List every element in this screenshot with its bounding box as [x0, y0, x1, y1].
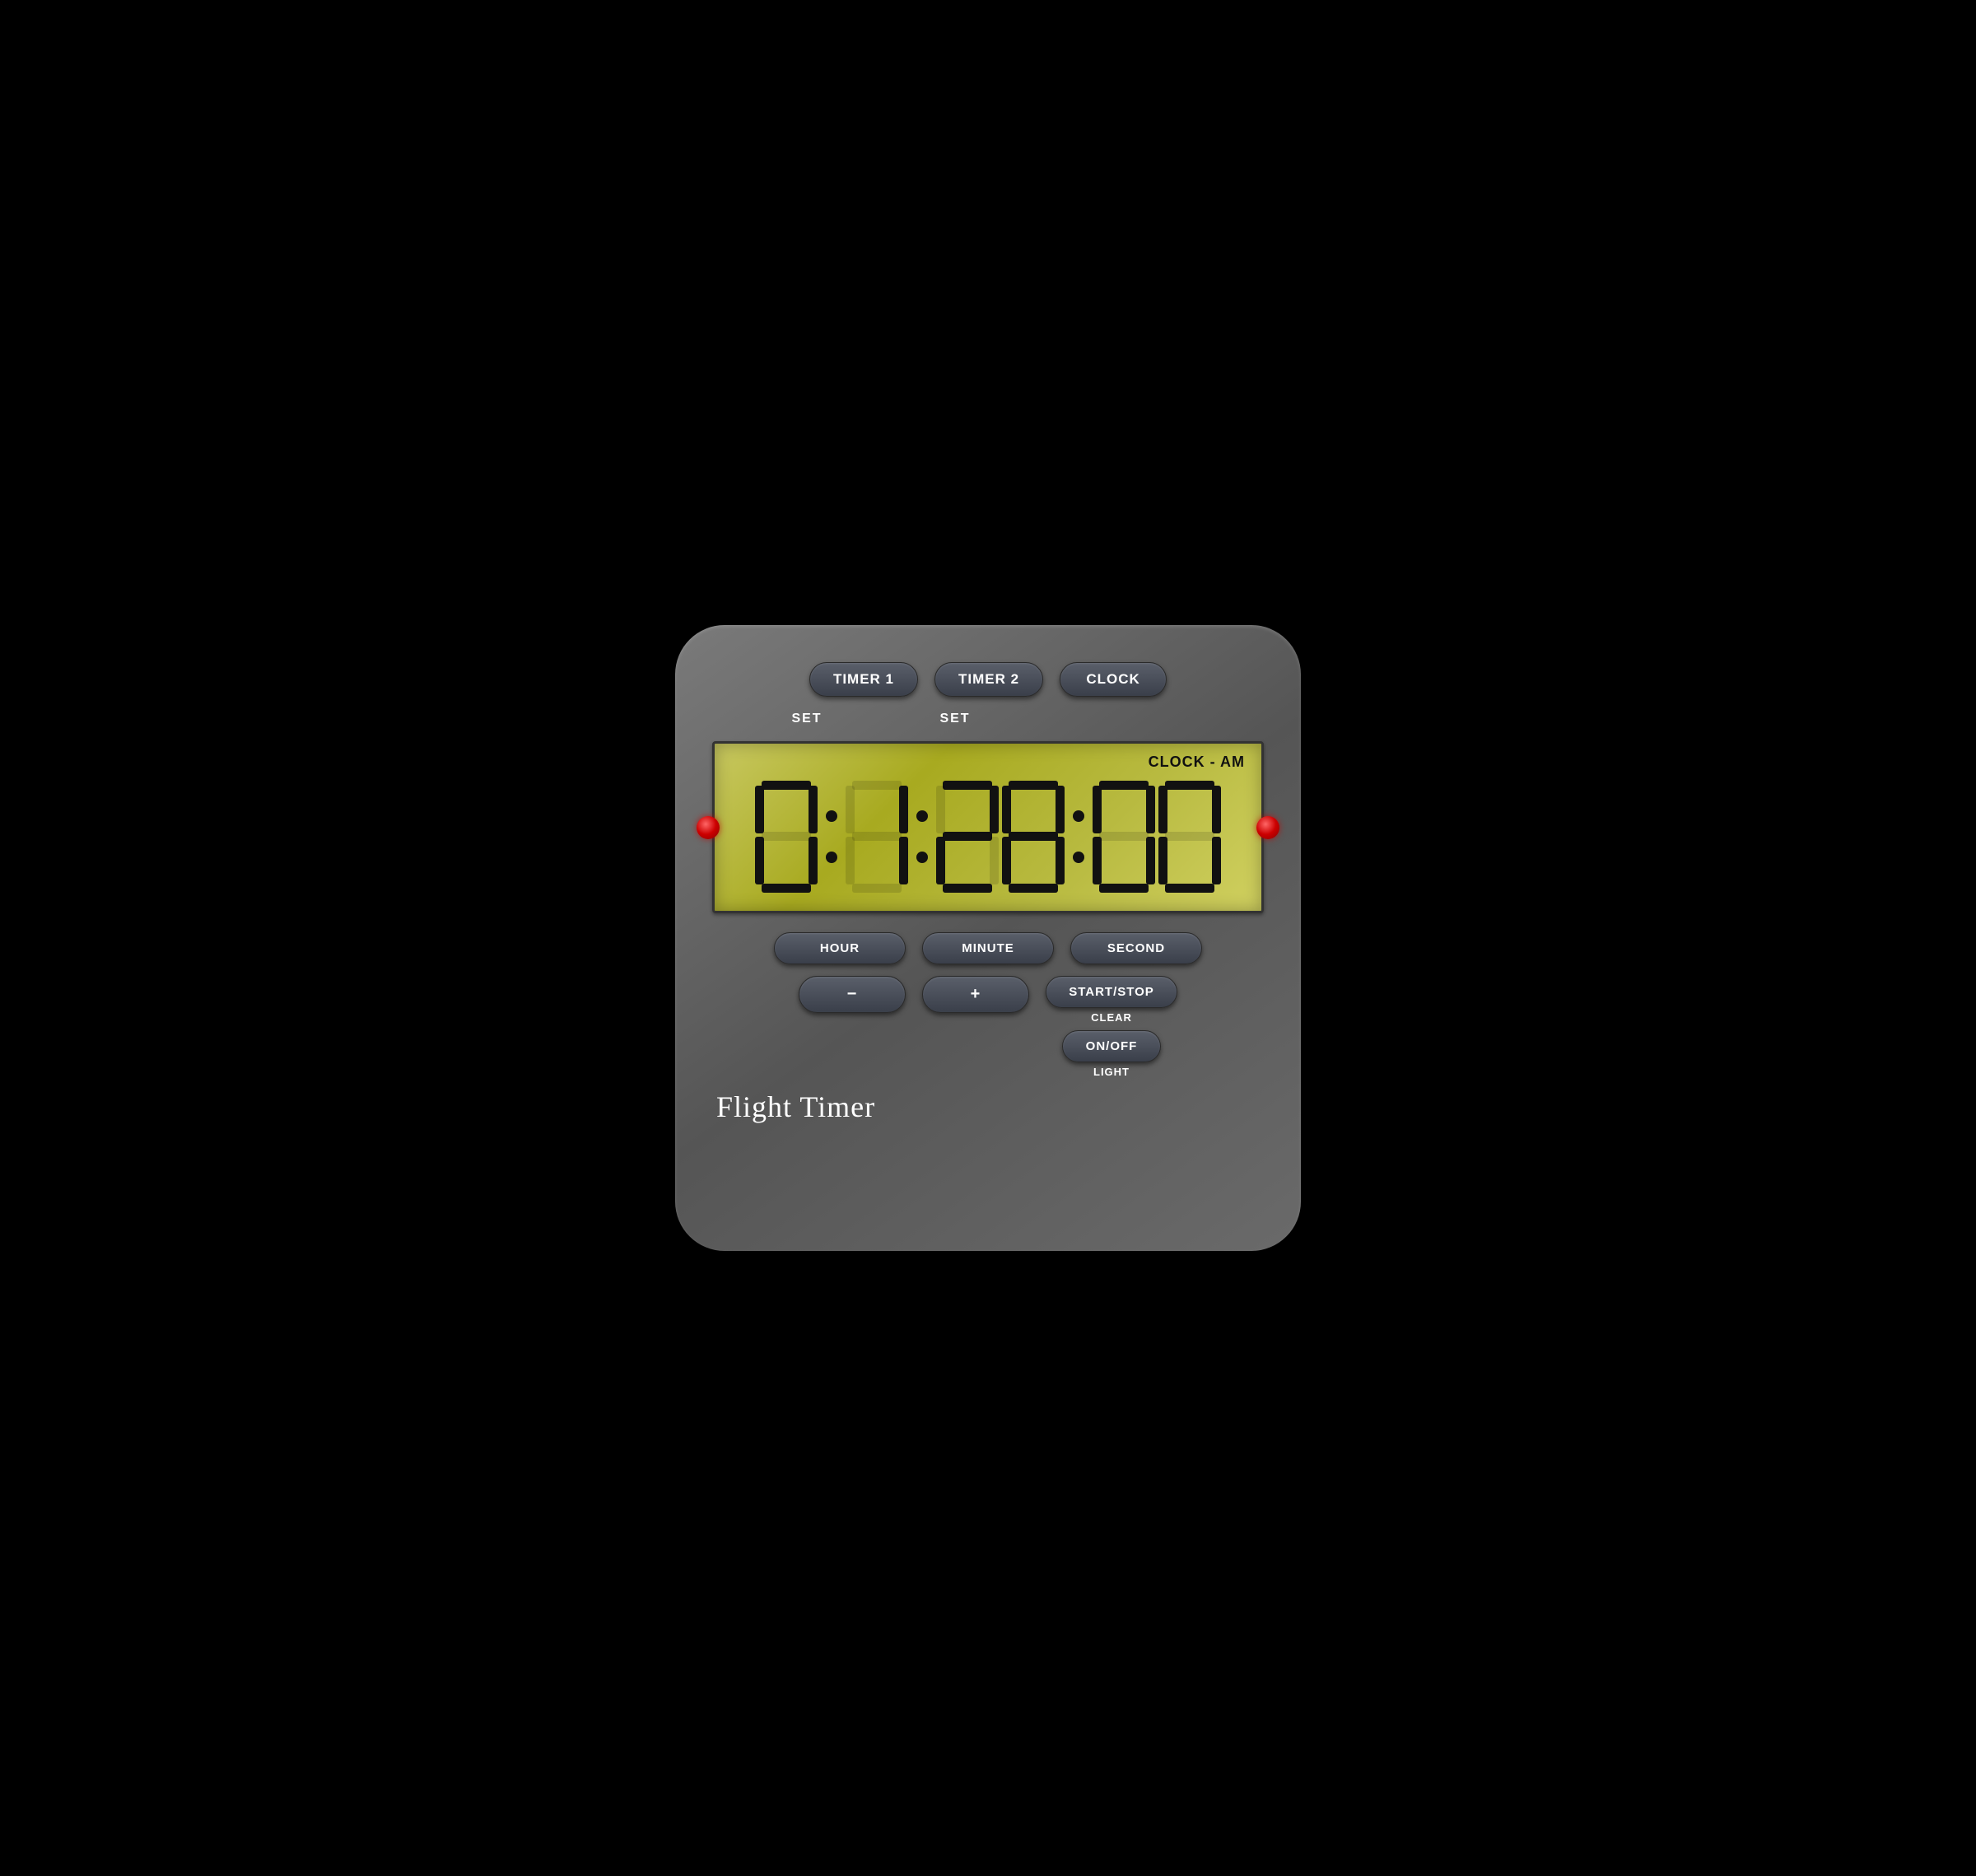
colon-3: [1066, 779, 1091, 894]
btn-row-2: − + START/STOP CLEAR ON/OFF LIGHT: [708, 976, 1268, 1078]
timer1-button[interactable]: TIMER 1: [809, 662, 918, 697]
digit-4: [1091, 779, 1157, 894]
set-labels-row: SET SET: [708, 712, 1268, 726]
lcd-display: CLOCK - AM: [712, 741, 1264, 913]
led-indicator-right: [1256, 816, 1279, 839]
brand-label: Flight Timer: [716, 1090, 875, 1124]
start-stop-button[interactable]: START/STOP: [1046, 976, 1177, 1008]
minus-button[interactable]: −: [799, 976, 906, 1013]
mode-label: CLOCK - AM: [731, 754, 1245, 771]
on-off-button[interactable]: ON/OFF: [1062, 1030, 1161, 1062]
clock-button[interactable]: CLOCK: [1060, 662, 1167, 697]
colon-1: [819, 779, 844, 894]
bottom-controls: HOUR MINUTE SECOND − + START/STOP CLEAR …: [708, 932, 1268, 1124]
minute-button[interactable]: MINUTE: [922, 932, 1054, 964]
colon-2: [910, 779, 934, 894]
timer2-button[interactable]: TIMER 2: [934, 662, 1043, 697]
set-label-1: SET: [753, 712, 860, 726]
second-button[interactable]: SECOND: [1070, 932, 1202, 964]
flight-timer-device: TIMER 1 TIMER 2 CLOCK SET SET CLOCK - AM: [675, 625, 1301, 1251]
set-label-2: SET: [902, 712, 1009, 726]
hour-button[interactable]: HOUR: [774, 932, 906, 964]
digit-2: [934, 779, 1000, 894]
plus-button[interactable]: +: [922, 976, 1029, 1013]
led-indicator-left: [697, 816, 720, 839]
light-label: LIGHT: [1093, 1066, 1130, 1078]
clear-label: CLEAR: [1091, 1011, 1132, 1024]
right-column: START/STOP CLEAR ON/OFF LIGHT: [1046, 976, 1177, 1078]
time-display: [731, 775, 1245, 898]
btn-row-1: HOUR MINUTE SECOND: [708, 932, 1268, 964]
top-buttons-row: TIMER 1 TIMER 2 CLOCK: [708, 662, 1268, 697]
digit-0: [753, 779, 819, 894]
brand-row: Flight Timer: [708, 1090, 1268, 1124]
digit-1: [844, 779, 910, 894]
digit-5: [1157, 779, 1223, 894]
digit-3: [1000, 779, 1066, 894]
